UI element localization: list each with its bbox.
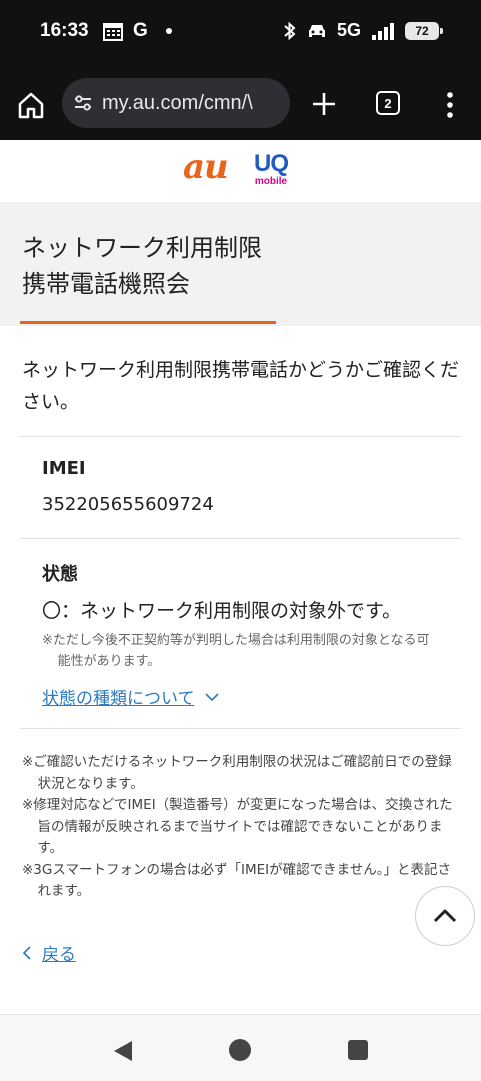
new-tab-icon[interactable] bbox=[310, 90, 338, 118]
intro-text: ネットワーク利用制限携帯電話かどうかご確認ください。 bbox=[22, 359, 460, 413]
status-types-link[interactable]: 状態の種類について bbox=[42, 684, 219, 709]
google-icon: G bbox=[133, 20, 148, 41]
uq-logo-sub: mobile bbox=[254, 176, 288, 187]
divider bbox=[20, 436, 461, 437]
address-bar[interactable]: my.au.com/cmn/\ bbox=[62, 78, 290, 128]
note-item: ※3Gスマートフォンの場合は必ず「IMEIが確認できません。」と表記されます。 bbox=[22, 861, 451, 900]
status-bar: 16:33 G 5G 72 bbox=[0, 0, 481, 68]
uq-logo-text: UQ bbox=[254, 150, 289, 177]
recent-apps-icon[interactable] bbox=[348, 1040, 368, 1060]
battery-icon: 72 bbox=[405, 21, 443, 40]
scroll-to-top-button[interactable] bbox=[415, 886, 475, 946]
system-nav-bar bbox=[0, 1014, 481, 1081]
note-item: ※修理対応などでIMEI（製造番号）が変更になった場合は、交換された旨の情報が反… bbox=[22, 797, 453, 856]
back-icon[interactable] bbox=[112, 1039, 134, 1063]
signal-icon bbox=[372, 22, 394, 40]
chevron-left-icon[interactable] bbox=[22, 945, 32, 961]
calendar-icon bbox=[103, 23, 123, 41]
notification-dot-icon bbox=[165, 28, 172, 34]
chevron-down-icon[interactable] bbox=[204, 690, 219, 704]
clock: 16:33 bbox=[40, 20, 89, 41]
title-underline bbox=[20, 321, 276, 324]
more-menu-icon[interactable] bbox=[440, 90, 460, 120]
car-icon bbox=[308, 24, 325, 37]
au-logo[interactable]: au bbox=[183, 150, 229, 184]
status-result: 〇：ネットワーク利用制限の対象外です。 bbox=[42, 600, 402, 622]
tab-switcher-button[interactable]: 2 bbox=[376, 91, 400, 115]
status-types-link-label[interactable]: 状態の種類について bbox=[42, 684, 195, 709]
network-type: 5G bbox=[336, 20, 361, 40]
page-title-line1: ネットワーク利用制限 bbox=[22, 234, 262, 262]
imei-value: 352205655609724 bbox=[42, 494, 214, 515]
notes-list: ※ご確認いただけるネットワーク利用制限の状況はご確認前日での登録状況となります。… bbox=[22, 752, 462, 903]
note-item: ※ご確認いただけるネットワーク利用制限の状況はご確認前日での登録状況となります。 bbox=[22, 754, 452, 792]
bluetooth-icon bbox=[284, 21, 296, 40]
home-icon[interactable] bbox=[16, 90, 46, 120]
back-link-label[interactable]: 戻る bbox=[42, 940, 76, 965]
home-button-icon[interactable] bbox=[229, 1039, 251, 1061]
title-section: ネットワーク利用制限 携帯電話機照会 bbox=[0, 202, 481, 326]
imei-label: IMEI bbox=[42, 458, 86, 479]
page-title: ネットワーク利用制限 携帯電話機照会 bbox=[22, 230, 262, 302]
site-settings-icon[interactable] bbox=[72, 92, 94, 114]
status-label: 状態 bbox=[42, 564, 78, 585]
browser-toolbar: my.au.com/cmn/\ 2 bbox=[0, 68, 481, 140]
divider bbox=[20, 728, 461, 729]
status-note: ※ただし今後不正契約等が判明した場合は利用制限の対象となる可能性があります。 bbox=[42, 633, 430, 669]
uq-mobile-logo[interactable]: UQ mobile bbox=[254, 150, 289, 187]
divider bbox=[20, 538, 461, 539]
brand-header bbox=[0, 140, 481, 202]
url-text[interactable]: my.au.com/cmn/\ bbox=[102, 92, 253, 115]
back-link[interactable]: 戻る bbox=[22, 940, 76, 965]
chevron-up-icon[interactable] bbox=[433, 908, 457, 924]
page-title-line2: 携帯電話機照会 bbox=[22, 270, 190, 298]
